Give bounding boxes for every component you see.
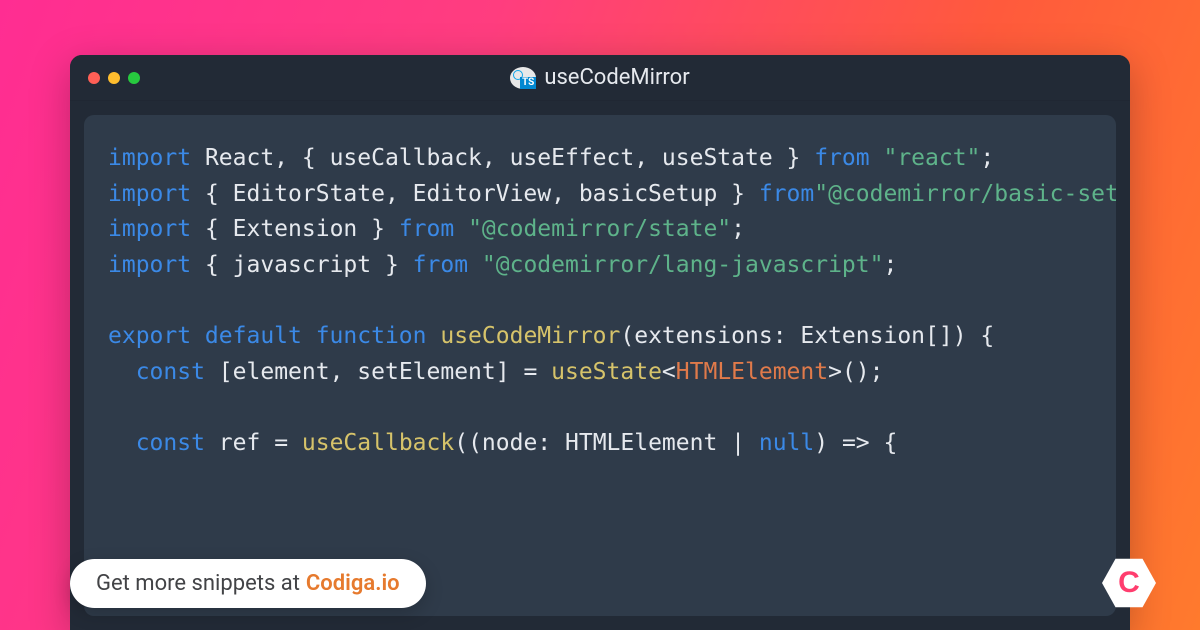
- promo-pill[interactable]: Get more snippets at Codiga.io: [70, 559, 426, 608]
- react-tsx-file-icon: TS: [510, 67, 536, 89]
- code-line: import { EditorState, EditorView, basicS…: [108, 177, 1092, 213]
- title-center: TS useCodeMirror: [510, 65, 689, 90]
- code-window: TS useCodeMirror import React, { useCall…: [70, 55, 1130, 630]
- code-line: [108, 390, 1092, 426]
- logo-letter: C: [1118, 566, 1140, 600]
- close-icon[interactable]: [88, 72, 100, 84]
- code-line: export default function useCodeMirror(ex…: [108, 319, 1092, 355]
- window-title: useCodeMirror: [544, 65, 689, 90]
- hexagon-icon: C: [1102, 556, 1156, 610]
- code-editor: import React, { useCallback, useEffect, …: [84, 115, 1116, 616]
- code-line: [108, 284, 1092, 320]
- titlebar: TS useCodeMirror: [70, 55, 1130, 101]
- code-line: const [element, setElement] = useState<H…: [108, 355, 1092, 391]
- promo-text: Get more snippets at: [96, 571, 300, 596]
- code-line: import { javascript } from "@codemirror/…: [108, 248, 1092, 284]
- traffic-lights: [88, 72, 140, 84]
- code-line: const ref = useCallback((node: HTMLEleme…: [108, 426, 1092, 462]
- minimize-icon[interactable]: [108, 72, 120, 84]
- promo-brand: Codiga.io: [306, 571, 400, 596]
- code-line: import React, { useCallback, useEffect, …: [108, 141, 1092, 177]
- maximize-icon[interactable]: [128, 72, 140, 84]
- code-line: import { Extension } from "@codemirror/s…: [108, 212, 1092, 248]
- codiga-logo: C: [1102, 556, 1156, 610]
